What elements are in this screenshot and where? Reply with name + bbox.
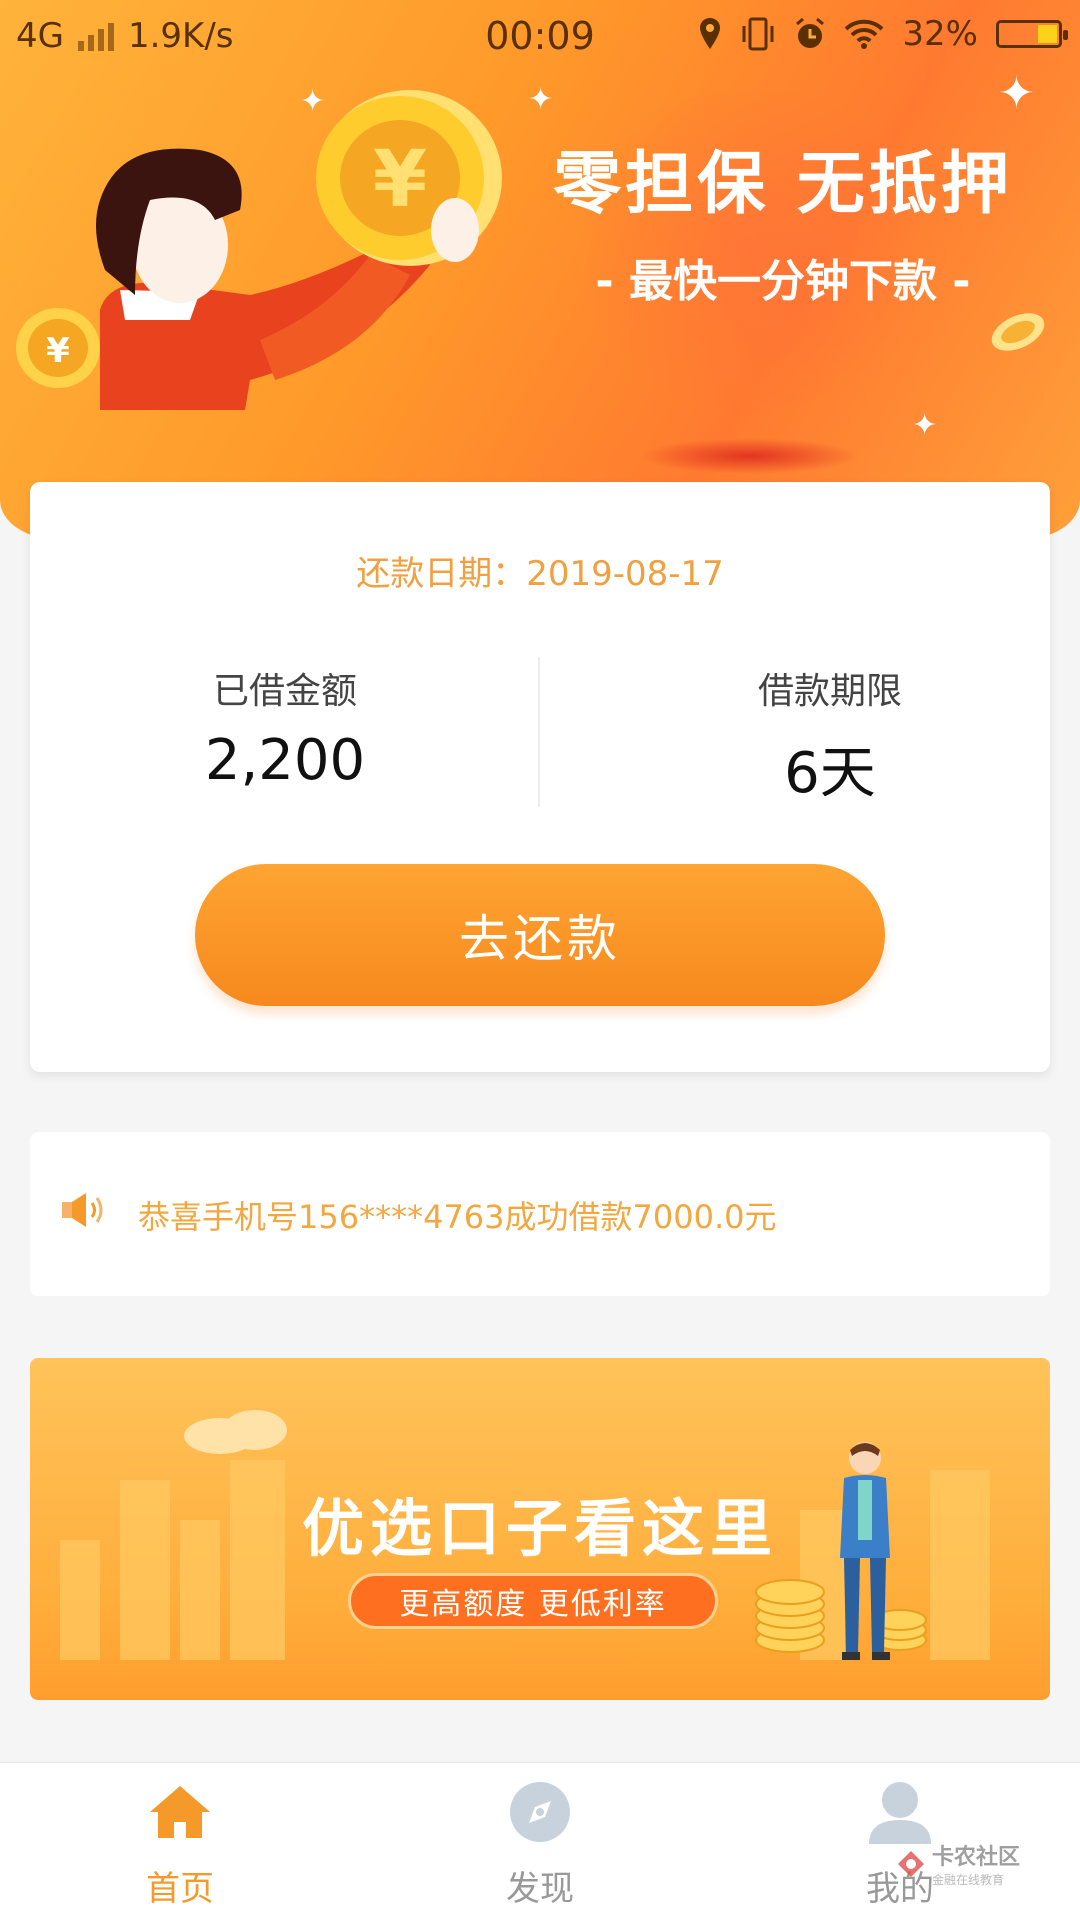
promo-tagline: 更高额度 更低利率 [348,1573,718,1629]
floating-coin-icon [991,313,1045,351]
small-coin-icon: ¥ [16,308,100,388]
building [180,1520,220,1660]
businessman-illustration [840,1442,890,1660]
hero-banner: 4G 1.9K/s 00:09 32% ¥ ¥ ✦ ✦ ✦ ✦ 零担保 无抵押 … [0,0,1080,540]
battery-icon [996,20,1068,48]
due-date-label: 还款日期： [356,554,527,594]
building [60,1540,100,1660]
svg-text:¥: ¥ [46,331,70,371]
tab-home-label: 首页 [146,1869,214,1909]
due-date-value: 2019-08-17 [526,554,724,594]
sparkle-icon: ✦ [300,84,326,119]
status-bar: 4G 1.9K/s 00:09 32% [0,0,1080,72]
tab-discover[interactable]: 发现 [420,1781,660,1910]
borrowed-amount-label: 已借金额 [212,671,357,712]
hero-subtitle: - 最快一分钟下款 - [595,256,971,307]
notice-text: 恭喜手机号156****4763成功借款7000.0元 [138,1198,777,1236]
notice-bar[interactable]: 恭喜手机号156****4763成功借款7000.0元 [30,1132,1050,1296]
watermark-logo-icon [897,1850,924,1877]
repay-button[interactable]: 去还款 [195,864,885,1006]
watermark-name: 卡农社区 [931,1845,1020,1870]
compass-icon [510,1782,570,1842]
speaker-icon [62,1193,103,1227]
svg-text:¥: ¥ [373,135,427,225]
watermark-sub: 金融在线教育 [931,1873,1004,1887]
man-holding-coin-illustration: ¥ ¥ [16,90,502,410]
loan-term-label: 借款期限 [757,671,902,712]
borrowed-amount: 已借金额 2,200 [160,662,410,793]
sparkle-icon: ✦ [912,408,938,443]
borrowed-amount-value: 2,200 [204,728,366,793]
hero-title: 零担保 无抵押 [553,145,1013,224]
loan-term-value: 6天 [784,741,876,806]
loan-summary-card: 还款日期：2019-08-17 已借金额 2,200 借款期限 6天 去还款 [30,482,1050,1072]
column-divider [538,657,540,807]
sparkle-icon: ✦ [998,68,1035,119]
loan-term: 借款期限 6天 [700,662,960,809]
promo-title: 优选口子看这里 [301,1492,778,1565]
tab-discover-label: 发现 [506,1869,574,1909]
tab-home[interactable]: 首页 [60,1781,300,1910]
sparkle-icon: ✦ [528,82,554,117]
vibrate-icon [742,17,774,51]
location-icon [700,18,721,49]
home-icon [150,1786,210,1838]
bottom-tab-bar: 首页 发现 我的 卡农社区 金融在线教育 [0,1762,1080,1921]
wifi-icon [845,19,884,49]
battery-percent: 32% [902,14,978,54]
hero-shadow [640,438,860,474]
promo-banner[interactable]: 优选口子看这里 更高额度 更低利率 [30,1358,1050,1700]
watermark: 卡农社区 金融在线教育 [896,1839,1020,1888]
alarm-icon [796,17,825,48]
due-date-row: 还款日期：2019-08-17 [30,546,1050,595]
building [120,1480,170,1660]
user-icon [869,1782,931,1844]
cloud-icon [184,1410,287,1454]
